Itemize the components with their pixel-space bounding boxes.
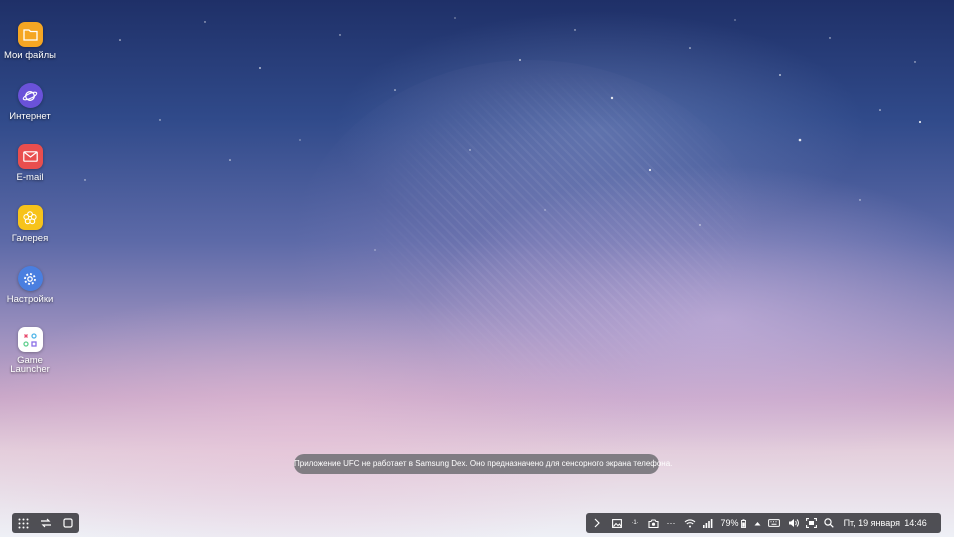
apps-grid-button[interactable] bbox=[18, 513, 29, 533]
toast-notification: Приложение UFC не работает в Samsung Dex… bbox=[294, 454, 672, 474]
gallery-notification[interactable] bbox=[608, 513, 626, 533]
time-label: 14:46 bbox=[904, 518, 927, 528]
home-square-icon bbox=[63, 518, 73, 528]
wifi-status[interactable] bbox=[680, 513, 700, 533]
app-label: Интернет bbox=[9, 111, 51, 122]
volume-button[interactable] bbox=[784, 513, 802, 533]
search-icon bbox=[824, 518, 834, 528]
recent-apps-icon bbox=[40, 518, 51, 528]
extra-indicator-label: ·1· bbox=[631, 520, 639, 526]
signal-status[interactable] bbox=[700, 513, 716, 533]
keyboard-button[interactable] bbox=[764, 513, 784, 533]
signal-bars-icon bbox=[703, 518, 713, 528]
capture-frame-icon bbox=[805, 518, 817, 528]
desktop-app-email[interactable]: E-mail bbox=[0, 144, 60, 205]
folder-icon bbox=[17, 22, 43, 47]
chevron-right-icon bbox=[594, 518, 600, 528]
app-label: Game Launcher bbox=[10, 355, 50, 375]
desktop-app-internet[interactable]: Интернет bbox=[0, 83, 60, 144]
taskbar-navigation bbox=[12, 513, 79, 533]
search-button[interactable] bbox=[820, 513, 838, 533]
desktop-icon-column: Мои файлы Интернет E-mail Галерея Настро… bbox=[0, 22, 60, 388]
game-launcher-icon bbox=[17, 327, 43, 352]
expand-tray-button[interactable] bbox=[586, 513, 608, 533]
more-notifications-button[interactable]: ··· bbox=[662, 513, 680, 533]
desktop-app-my-files[interactable]: Мои файлы bbox=[0, 22, 60, 83]
wallpaper-stars bbox=[84, 17, 922, 251]
desktop-app-gallery[interactable]: Галерея bbox=[0, 205, 60, 266]
app-label: Галерея bbox=[11, 233, 49, 244]
home-button[interactable] bbox=[63, 513, 73, 533]
recent-apps-button[interactable] bbox=[40, 513, 52, 533]
app-label: Мои файлы bbox=[3, 50, 57, 61]
wifi-icon bbox=[684, 518, 696, 527]
taskbar-system-tray: ·1· ··· 79% Пт, 19 января 14:46 bbox=[586, 513, 941, 533]
internet-planet-icon bbox=[17, 83, 43, 108]
notification-item[interactable]: ·1· bbox=[626, 513, 644, 533]
speaker-icon bbox=[788, 519, 799, 527]
keyboard-icon bbox=[768, 519, 780, 527]
expand-quick-settings-button[interactable] bbox=[750, 513, 764, 533]
screenshot-notification[interactable] bbox=[644, 513, 662, 533]
gear-icon bbox=[17, 266, 43, 291]
app-label: Настройки bbox=[6, 294, 54, 305]
app-label: E-mail bbox=[16, 172, 44, 183]
battery-percent: 79% bbox=[720, 518, 739, 528]
apps-grid-icon bbox=[18, 518, 29, 528]
battery-status[interactable]: 79% bbox=[716, 513, 750, 533]
clock-display[interactable]: 14:46 bbox=[900, 513, 931, 533]
image-icon bbox=[612, 518, 622, 528]
gallery-flower-icon bbox=[17, 205, 43, 230]
desktop-app-game-launcher[interactable]: Game Launcher bbox=[0, 327, 60, 388]
battery-icon bbox=[740, 518, 746, 528]
caret-up-icon bbox=[754, 521, 760, 525]
desktop-app-settings[interactable]: Настройки bbox=[0, 266, 60, 327]
mail-icon bbox=[17, 144, 43, 169]
more-dots-icon: ··· bbox=[666, 518, 676, 528]
screen-capture-button[interactable] bbox=[802, 513, 820, 533]
camera-icon bbox=[647, 518, 659, 528]
date-display[interactable]: Пт, 19 января bbox=[838, 513, 900, 533]
date-label: Пт, 19 января bbox=[843, 518, 900, 528]
